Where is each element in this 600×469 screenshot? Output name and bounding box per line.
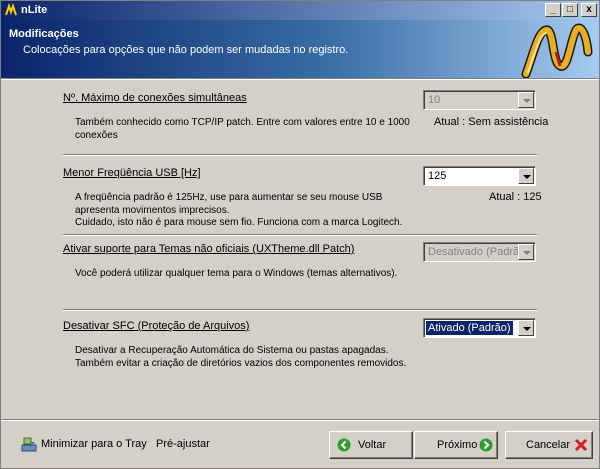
sfc-combo[interactable]: Ativado (Padrão) [423, 318, 536, 338]
minimize-button[interactable]: _ [545, 3, 561, 17]
usb-frequency-description-2: Cuidado, isto não é para mouse sem fio. … [75, 217, 403, 228]
sfc-description-2: Também evitar a criação de diretórios va… [75, 358, 407, 369]
cancel-button[interactable]: Cancelar [505, 431, 593, 459]
usb-frequency-description-1: A freqüência padrão é 125Hz, use para au… [75, 192, 383, 216]
minimize-to-tray-label: Minimizar para o Tray [41, 438, 147, 450]
header-divider [1, 78, 599, 80]
nlite-app-icon [5, 3, 17, 16]
section-divider [63, 154, 537, 156]
close-x-icon [574, 438, 588, 452]
section-divider [63, 234, 537, 236]
sfc-description-1: Desativar a Recuperação Automática do Si… [75, 345, 389, 356]
usb-frequency-label: Menor Freqüência USB [Hz] [63, 167, 201, 179]
arrow-left-icon [337, 438, 351, 452]
uxtheme-label: Ativar suporte para Temas não oficiais (… [63, 243, 355, 255]
usb-frequency-combo[interactable]: 125 [423, 166, 536, 186]
sfc-label: Desativar SFC (Proteção de Arquivos) [63, 320, 250, 332]
max-connections-label: Nº. Máximo de conexões simultâneas [63, 92, 247, 104]
chevron-down-icon [518, 92, 534, 108]
max-connections-description: Também conhecido como TCP/IP patch. Entr… [75, 117, 410, 141]
usb-frequency-status: Atual : 125 [489, 191, 542, 203]
uxtheme-combo: Desativado (Padrão) [423, 242, 536, 262]
tray-icon [21, 437, 37, 452]
sfc-value: Ativado (Padrão) [425, 320, 514, 336]
max-connections-combo: 10 [423, 90, 536, 110]
next-button[interactable]: Próximo [414, 431, 498, 459]
nlite-logo-icon [521, 23, 593, 78]
page-title: Modificações [9, 28, 79, 40]
next-label: Próximo [437, 439, 478, 451]
maximize-button[interactable]: □ [562, 3, 578, 17]
max-connections-status: Atual : Sem assistência [434, 116, 549, 128]
uxtheme-description: Você poderá utilizar qualquer tema para … [75, 268, 398, 279]
chevron-down-icon[interactable] [518, 320, 534, 336]
footer-divider [1, 419, 599, 421]
max-connections-value: 10 [428, 94, 441, 106]
chevron-down-icon[interactable] [518, 168, 534, 184]
page-subtitle: Colocações para opções que não podem ser… [23, 44, 349, 56]
back-label: Voltar [358, 439, 387, 451]
close-button[interactable]: x [581, 3, 597, 17]
page-header: Modificações Colocações para opções que … [1, 20, 599, 78]
usb-frequency-value: 125 [428, 170, 447, 182]
chevron-down-icon [518, 244, 534, 260]
arrow-right-icon [479, 438, 493, 452]
cancel-label: Cancelar [526, 439, 571, 451]
uxtheme-value: Desativado (Padrão) [428, 246, 529, 258]
section-divider [63, 309, 537, 311]
nlite-window: nLite _ □ x Modificações Colocações para… [0, 0, 600, 469]
window-title: nLite [21, 4, 48, 16]
title-bar: nLite _ □ x [1, 1, 599, 20]
back-button[interactable]: Voltar [329, 431, 413, 459]
preset-link[interactable]: Pré-ajustar [156, 438, 210, 450]
